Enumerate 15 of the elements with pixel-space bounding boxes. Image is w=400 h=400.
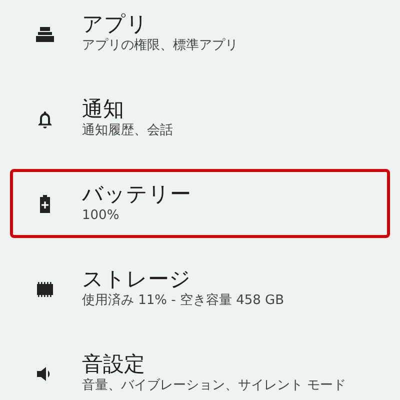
item-subtitle: 音量、バイブレーション、サイレント モード [82, 377, 346, 395]
item-subtitle: 通知履歴、会話 [82, 122, 173, 140]
settings-item[interactable]: 通知 通知履歴、会話 [10, 76, 390, 161]
settings-item[interactable]: ストレージ 使用済み 11% - 空き容量 458 GB [10, 246, 390, 331]
settings-item[interactable]: バッテリー 100% [10, 169, 390, 238]
item-title: 音設定 [82, 352, 146, 377]
item-subtitle: 使用済み 11% - 空き容量 458 GB [82, 292, 284, 310]
item-subtitle: 100% [82, 207, 120, 225]
item-subtitle: アプリの権限、標準アプリ [82, 37, 238, 55]
item-title: 通知 [82, 96, 125, 122]
settings-item[interactable]: アプリ アプリの権限、標準アプリ [10, 0, 390, 76]
item-title: バッテリー [82, 182, 191, 207]
item-title: アプリ [82, 12, 149, 37]
item-title: ストレージ [82, 266, 192, 292]
settings-item[interactable]: 音設定 音量、バイブレーション、サイレント モード [10, 331, 390, 400]
